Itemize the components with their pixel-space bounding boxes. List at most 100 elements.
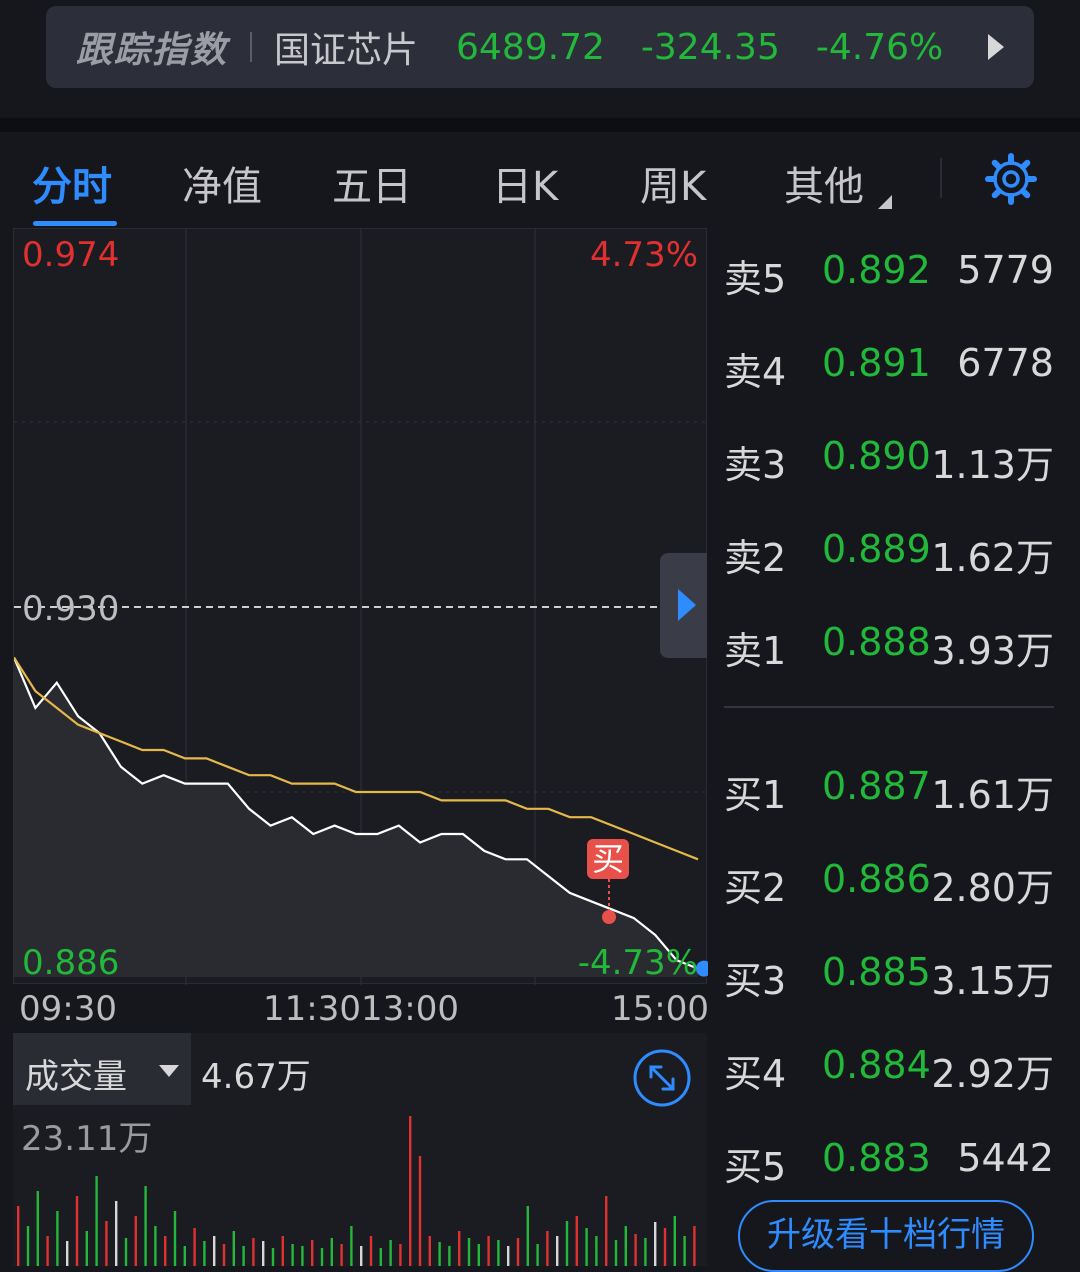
- volume-bar: [585, 1228, 588, 1266]
- ask-volume: 1.62万: [931, 536, 1054, 580]
- tab-weekly-k[interactable]: 周K: [640, 154, 706, 212]
- time-label: 13:00: [361, 989, 459, 1029]
- volume-bar: [36, 1191, 39, 1266]
- volume-bar: [17, 1206, 20, 1266]
- volume-bar: [213, 1236, 216, 1266]
- tab-daily-k[interactable]: 日K: [492, 154, 558, 212]
- ask-price: 0.890: [822, 434, 931, 478]
- volume-bar: [448, 1246, 451, 1266]
- gear-icon[interactable]: [984, 152, 1038, 206]
- volume-bar: [693, 1226, 696, 1266]
- volume-bar: [301, 1246, 304, 1266]
- pct-low-label: -4.73%: [577, 943, 698, 983]
- volume-bar: [458, 1231, 461, 1266]
- ask-row[interactable]: 卖2 0.889 1.62万: [718, 521, 1068, 581]
- volume-bar: [124, 1238, 128, 1266]
- bid-price: 0.886: [822, 857, 931, 901]
- indicator-selector[interactable]: 成交量: [13, 1033, 191, 1105]
- triangle-right-icon[interactable]: [988, 34, 1004, 60]
- ask-label: 卖5: [724, 257, 787, 301]
- volume-bar: [595, 1236, 598, 1266]
- ask-volume: 3.93万: [931, 629, 1054, 673]
- bid-volume: 2.80万: [931, 866, 1054, 910]
- buy-marker[interactable]: 买: [587, 839, 629, 879]
- ask-label: 卖3: [724, 443, 787, 487]
- volume-bar: [526, 1206, 529, 1266]
- volume-bar: [605, 1196, 608, 1266]
- volume-bar: [663, 1228, 667, 1266]
- volume-bar: [654, 1222, 657, 1266]
- ask-price: 0.889: [822, 527, 931, 571]
- volume-bar: [66, 1241, 69, 1266]
- volume-panel: 成交量 4.67万 23.11万: [13, 1033, 707, 1266]
- chart-tabs: 分时 净值 五日 日K 周K 其他: [0, 132, 1080, 228]
- bid-volume: 5442: [957, 1136, 1054, 1180]
- tab-nav[interactable]: 净值: [182, 154, 262, 212]
- bid-row[interactable]: 买5 0.883 5442: [718, 1130, 1068, 1190]
- bid-label: 买4: [724, 1052, 787, 1096]
- ask-row[interactable]: 卖3 0.890 1.13万: [718, 428, 1068, 488]
- volume-bar: [311, 1240, 314, 1266]
- volume-bar: [418, 1156, 422, 1266]
- section-divider: [0, 118, 1080, 132]
- ask-row[interactable]: 卖1 0.888 3.93万: [718, 614, 1068, 674]
- volume-bar: [154, 1226, 157, 1266]
- dropdown-corner-icon: [878, 195, 892, 209]
- bid-volume: 1.61万: [931, 773, 1054, 817]
- volume-bar: [683, 1236, 686, 1266]
- ask-volume: 1.13万: [931, 443, 1054, 487]
- volume-bar: [262, 1241, 265, 1266]
- bid-price: 0.883: [822, 1136, 931, 1180]
- volume-bar: [144, 1186, 147, 1266]
- price-high-label: 0.974: [22, 235, 120, 275]
- volume-bar: [624, 1226, 627, 1266]
- reference-price-label: 0.930: [22, 589, 120, 629]
- volume-bar: [75, 1196, 79, 1266]
- bid-row[interactable]: 买3 0.885 3.15万: [718, 944, 1068, 1004]
- ask-row[interactable]: 卖4 0.891 6778: [718, 335, 1068, 395]
- current-volume: 4.67万: [201, 1057, 311, 1097]
- tracking-label: 跟踪指数: [76, 30, 229, 71]
- indicator-label: 成交量: [25, 1057, 127, 1097]
- bid-row[interactable]: 买4 0.884 2.92万: [718, 1037, 1068, 1097]
- volume-bar: [497, 1240, 500, 1266]
- volume-bar: [487, 1236, 490, 1266]
- volume-bar: [389, 1240, 392, 1266]
- volume-bar: [85, 1231, 88, 1266]
- tracking-index-bar[interactable]: 跟踪指数 国证芯片 6489.72 -324.35 -4.76%: [46, 6, 1034, 88]
- ask-row[interactable]: 卖5 0.892 5779: [718, 242, 1068, 302]
- bid-row[interactable]: 买2 0.886 2.80万: [718, 851, 1068, 911]
- volume-bar: [536, 1244, 539, 1266]
- side-panel-toggle[interactable]: [660, 553, 707, 658]
- bid-price: 0.887: [822, 764, 931, 808]
- intraday-chart[interactable]: 0.974 4.73% 0.930 0.886 -4.73% 买: [13, 228, 708, 985]
- ask-label: 卖2: [724, 536, 787, 580]
- volume-bar: [379, 1248, 382, 1266]
- bid-volume: 3.15万: [931, 959, 1054, 1003]
- tab-intraday[interactable]: 分时: [32, 154, 112, 212]
- index-name: 国证芯片: [274, 30, 419, 71]
- tab-other[interactable]: 其他: [784, 154, 864, 212]
- bid-row[interactable]: 买1 0.887 1.61万: [718, 758, 1068, 818]
- active-tab-indicator: [33, 221, 117, 226]
- volume-bar: [614, 1240, 618, 1266]
- max-volume-label: 23.11万: [21, 1119, 153, 1159]
- index-value: 6489.72: [456, 26, 605, 68]
- volume-bar: [46, 1236, 49, 1266]
- expand-arrows-icon[interactable]: [633, 1049, 691, 1107]
- volume-bar: [330, 1238, 333, 1266]
- ask-volume: 6778: [957, 341, 1054, 385]
- upgrade-ten-level-button[interactable]: 升级看十档行情: [738, 1200, 1034, 1272]
- volume-bar: [644, 1238, 647, 1266]
- volume-bar: [105, 1221, 108, 1266]
- tab-five-day[interactable]: 五日: [332, 154, 412, 212]
- order-book: 卖5 0.892 5779 卖4 0.891 6778 卖3 0.890 1.1…: [718, 228, 1068, 1272]
- volume-bar: [634, 1234, 637, 1266]
- volume-bar: [242, 1246, 245, 1266]
- divider: [250, 32, 253, 62]
- volume-bar: [565, 1221, 569, 1266]
- volume-bar: [467, 1238, 471, 1266]
- ask-price: 0.892: [822, 248, 931, 292]
- volume-bar: [350, 1226, 353, 1266]
- volume-bar: [320, 1248, 324, 1266]
